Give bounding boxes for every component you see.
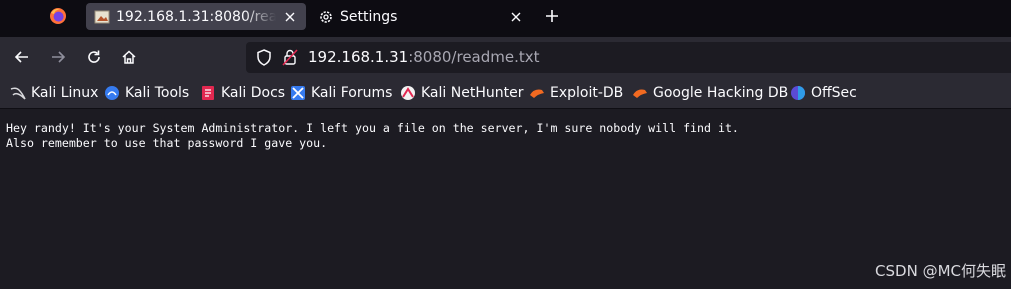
shield-icon[interactable] [256,49,272,66]
document-line: Hey randy! It's your System Administrato… [6,121,739,135]
kali-forums-icon [291,86,305,100]
url-text[interactable]: 192.168.1.31:8080/readme.txt [308,48,540,66]
navigation-toolbar: 192.168.1.31:8080/readme.txt [0,37,1011,78]
close-icon [511,12,521,21]
bookmark-label: Exploit-DB [550,85,624,101]
close-icon [285,12,295,21]
arrow-left-icon [14,51,28,63]
bookmark-exploit-db[interactable]: Exploit-DB [529,83,623,103]
back-button[interactable] [11,46,33,68]
url-host: 192.168.1.31 [308,48,409,66]
text-document: Hey randy! It's your System Administrato… [6,121,739,151]
bookmark-label: Kali Linux [31,85,99,101]
plus-icon [546,10,558,22]
bookmark-label: Kali Docs [221,85,286,101]
bookmark-google-hacking-db[interactable]: Google Hacking DB [632,83,788,103]
gear-icon [320,10,332,23]
new-tab-button[interactable] [543,7,561,25]
bookmarks-toolbar: Kali Linux Kali Tools Kali Docs Kali For… [0,78,1011,109]
reload-icon [88,50,100,63]
bookmark-label: OffSec [811,85,857,101]
bookmark-kali-forums[interactable]: Kali Forums [290,83,392,103]
bookmark-kali-docs[interactable]: Kali Docs [200,83,285,103]
bookmark-label: Google Hacking DB [653,85,789,101]
bookmark-kali-nethunter[interactable]: Kali NetHunter [400,83,523,103]
reload-button[interactable] [83,46,105,68]
kali-tools-icon [105,86,119,100]
home-icon [122,50,136,64]
bookmark-label: Kali Tools [125,85,190,101]
tab-settings[interactable]: Settings [310,3,532,30]
document-line: Also remember to use that password I gav… [6,136,328,150]
kali-dragon-icon [10,87,26,100]
image-file-icon [94,10,110,23]
tab-strip: 192.168.1.31:8080/readme.txt Settings [0,0,1011,37]
kali-docs-icon [202,86,214,100]
bookmark-label: Kali NetHunter [421,85,524,101]
tab-title: 192.168.1.31:8080/readme.txt [116,8,276,25]
offsec-icon [791,86,805,100]
home-button[interactable] [118,46,140,68]
watermark: CSDN @MC何失眠 [875,262,1006,280]
insecure-lock-icon[interactable] [282,49,298,66]
url-bar[interactable]: 192.168.1.31:8080/readme.txt [246,42,1011,73]
bookmark-offsec[interactable]: OffSec [790,83,857,103]
forward-button[interactable] [47,46,69,68]
nethunter-icon [401,86,415,100]
url-path: :8080/readme.txt [408,48,540,66]
bookmark-kali-tools[interactable]: Kali Tools [104,83,189,103]
bookmark-label: Kali Forums [311,85,393,101]
tab-readme[interactable]: 192.168.1.31:8080/readme.txt [86,3,306,30]
bookmark-kali-linux[interactable]: Kali Linux [10,83,98,103]
arrow-right-icon [52,51,66,63]
close-tab-button[interactable] [508,9,524,25]
tab-title: Settings [340,8,398,25]
close-tab-button[interactable] [282,9,298,25]
exploit-db-icon [530,89,544,98]
google-hacking-db-icon [633,89,647,98]
firefox-icon [50,8,66,24]
firefox-view-button[interactable] [46,4,70,28]
